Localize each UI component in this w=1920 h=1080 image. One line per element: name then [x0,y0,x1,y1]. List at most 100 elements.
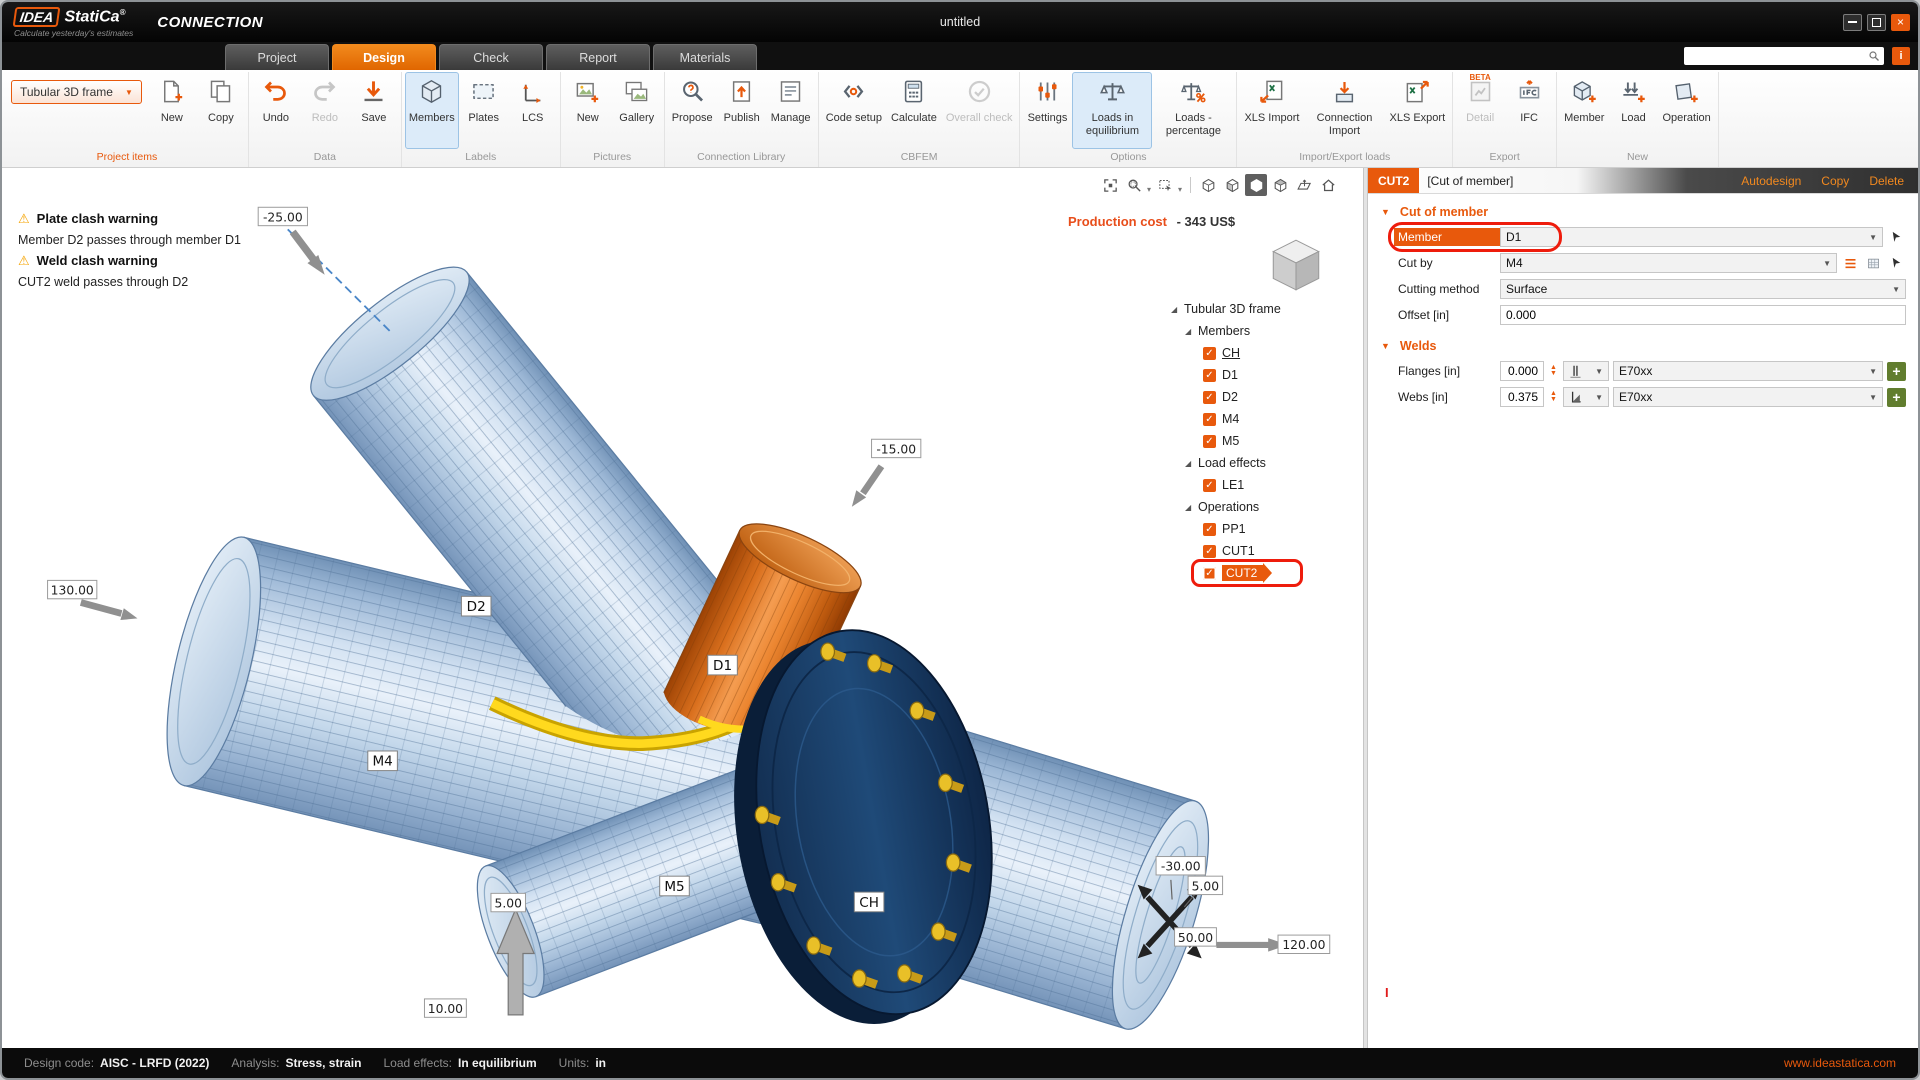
autodesign-button[interactable]: Autodesign [1741,174,1801,188]
workplane-button[interactable] [1293,174,1315,196]
bolt[interactable] [851,969,867,988]
view-cube[interactable] [1265,234,1327,296]
flanges-size-input[interactable]: 0.000 [1500,361,1544,381]
checkbox-ch[interactable]: ✓ [1203,346,1216,360]
tree-item-m4[interactable]: ✓ M4 [1171,408,1351,430]
tab-materials[interactable]: Materials [653,44,757,70]
3d-scene[interactable]: D2 D1 M4 M5 CH -25.00 -15.00 130.00 -30.… [2,168,1363,1048]
ribbon-button-ifc[interactable]: IFC [1505,72,1553,149]
cutting-method-select[interactable]: Surface ▼ [1500,279,1906,299]
cut-by-plate-button[interactable] [1864,254,1883,273]
pick-cut-by-button[interactable] [1887,254,1906,273]
ribbon-button-loads-percentage[interactable]: Loads - percentage [1153,72,1233,149]
view-iso-button[interactable] [1197,174,1219,196]
expander-icon[interactable]: ◢ [1185,459,1198,468]
tree-item-cut2[interactable]: ✓ CUT2 [1171,559,1351,587]
checkbox-le1[interactable]: ✓ [1203,478,1216,492]
copy-operation-button[interactable]: Copy [1821,174,1849,188]
tab-project[interactable]: Project [225,44,329,70]
view-front-button[interactable] [1221,174,1243,196]
checkbox-cut2[interactable]: ✓ [1203,566,1216,580]
expander-icon[interactable]: ◢ [1185,503,1198,512]
webs-electrode-select[interactable]: E70xx ▼ [1613,387,1883,407]
member-select[interactable]: D1 ▼ [1500,227,1883,247]
ribbon-button-propose[interactable]: Propose [668,72,717,149]
ribbon-button-lcs[interactable]: LCS [509,72,557,149]
checkbox-d1[interactable]: ✓ [1203,368,1216,382]
minimize-button[interactable] [1843,13,1862,31]
tree-item-d1[interactable]: ✓ D1 [1171,364,1351,386]
checkbox-cut1[interactable]: ✓ [1203,544,1216,558]
tree-item-ch[interactable]: ✓ CH [1171,342,1351,364]
home-button[interactable] [1317,174,1339,196]
bolt[interactable] [909,701,925,720]
view-shaded-button[interactable] [1245,174,1267,196]
checkbox-m5[interactable]: ✓ [1203,434,1216,448]
3d-viewport[interactable]: D2 D1 M4 M5 CH -25.00 -15.00 130.00 -30.… [2,168,1363,1048]
checkbox-d2[interactable]: ✓ [1203,390,1216,404]
tree-item-pp1[interactable]: ✓ PP1 [1171,518,1351,540]
ribbon-button-members[interactable]: Members [404,72,459,149]
tree-item-label[interactable]: D1 [1222,368,1238,382]
ribbon-button-new[interactable]: New [564,72,612,149]
ribbon-button-publish[interactable]: Publish [718,72,766,149]
ribbon-button-connection-import[interactable]: Connection Import [1304,72,1384,149]
dimension-label-4[interactable]: 5.00 [1187,875,1224,896]
ribbon-button-copy[interactable]: Copy [197,72,245,149]
maximize-button[interactable] [1867,13,1886,31]
ribbon-button-code-setup[interactable]: Code setup [822,72,886,149]
tree-item-label[interactable]: M4 [1222,412,1239,426]
flanges-electrode-select[interactable]: E70xx ▼ [1613,361,1883,381]
bolt[interactable] [897,964,912,983]
info-button[interactable]: i [1892,47,1910,65]
pick-member-button[interactable] [1887,228,1906,247]
ribbon-button-new[interactable]: New [148,72,196,149]
tree-item-d2[interactable]: ✓ D2 [1171,386,1351,408]
bolt[interactable] [820,642,836,661]
add-flange-weld-button[interactable]: + [1887,361,1906,381]
ribbon-button-manage[interactable]: Manage [767,72,815,149]
tree-item-cut1[interactable]: ✓ CUT1 [1171,540,1351,562]
webs-size-stepper[interactable]: ▲ ▼ [1548,390,1559,403]
flanges-weld-type-select[interactable]: ▼ [1563,361,1609,381]
ribbon-button-settings[interactable]: Settings [1023,72,1071,149]
tree-item-label[interactable]: CUT2 [1222,565,1264,581]
selection-mode-button[interactable] [1155,174,1177,196]
tree-section-members[interactable]: ◢ Members [1171,320,1351,342]
bolt[interactable] [930,922,946,941]
tree-item-label[interactable]: D2 [1222,390,1238,404]
tree-root[interactable]: ◢ Tubular 3D frame [1171,298,1351,320]
cut-by-select[interactable]: M4 ▼ [1500,253,1837,273]
member-label-d2[interactable]: D2 [460,595,492,617]
bolt[interactable] [938,773,953,792]
checkbox-pp1[interactable]: ✓ [1203,522,1216,536]
bolt[interactable] [945,853,961,872]
spin-down-icon[interactable]: ▼ [1548,370,1559,377]
search-input[interactable] [1684,47,1884,65]
dimension-label-2[interactable]: 130.00 [47,579,98,600]
bolt[interactable] [806,936,822,955]
checkbox-m4[interactable]: ✓ [1203,412,1216,426]
section-welds[interactable]: ▼ Welds [1368,334,1918,358]
ribbon-button-calculate[interactable]: Calculate [887,72,941,149]
expander-icon[interactable]: ◢ [1171,305,1184,314]
ribbon-button-gallery[interactable]: Gallery [613,72,661,149]
ribbon-button-save[interactable]: Save [350,72,398,149]
tree-item-le1[interactable]: ✓ LE1 [1171,474,1351,496]
ribbon-button-xls-import[interactable]: XLS Import [1240,72,1303,149]
member-label-m4[interactable]: M4 [367,750,398,772]
dropdown-caret-icon[interactable]: ▾ [1147,185,1151,194]
tree-item-label[interactable]: CH [1222,346,1240,360]
tree-item-label[interactable]: PP1 [1222,522,1246,536]
view-top-button[interactable] [1269,174,1291,196]
zoom-window-button[interactable] [1124,174,1146,196]
dimension-label-1[interactable]: -15.00 [871,438,922,459]
tree-item-label[interactable]: CUT1 [1222,544,1255,558]
cut-by-list-button[interactable] [1841,254,1860,273]
tree-section-operations[interactable]: ◢ Operations [1171,496,1351,518]
ribbon-button-undo[interactable]: Undo [252,72,300,149]
ribbon-button-member[interactable]: Member [1560,72,1608,149]
dimension-label-5[interactable]: 50.00 [1174,927,1217,947]
ribbon-button-xls-export[interactable]: XLS Export [1385,72,1449,149]
dimension-label-8[interactable]: 5.00 [490,892,526,913]
